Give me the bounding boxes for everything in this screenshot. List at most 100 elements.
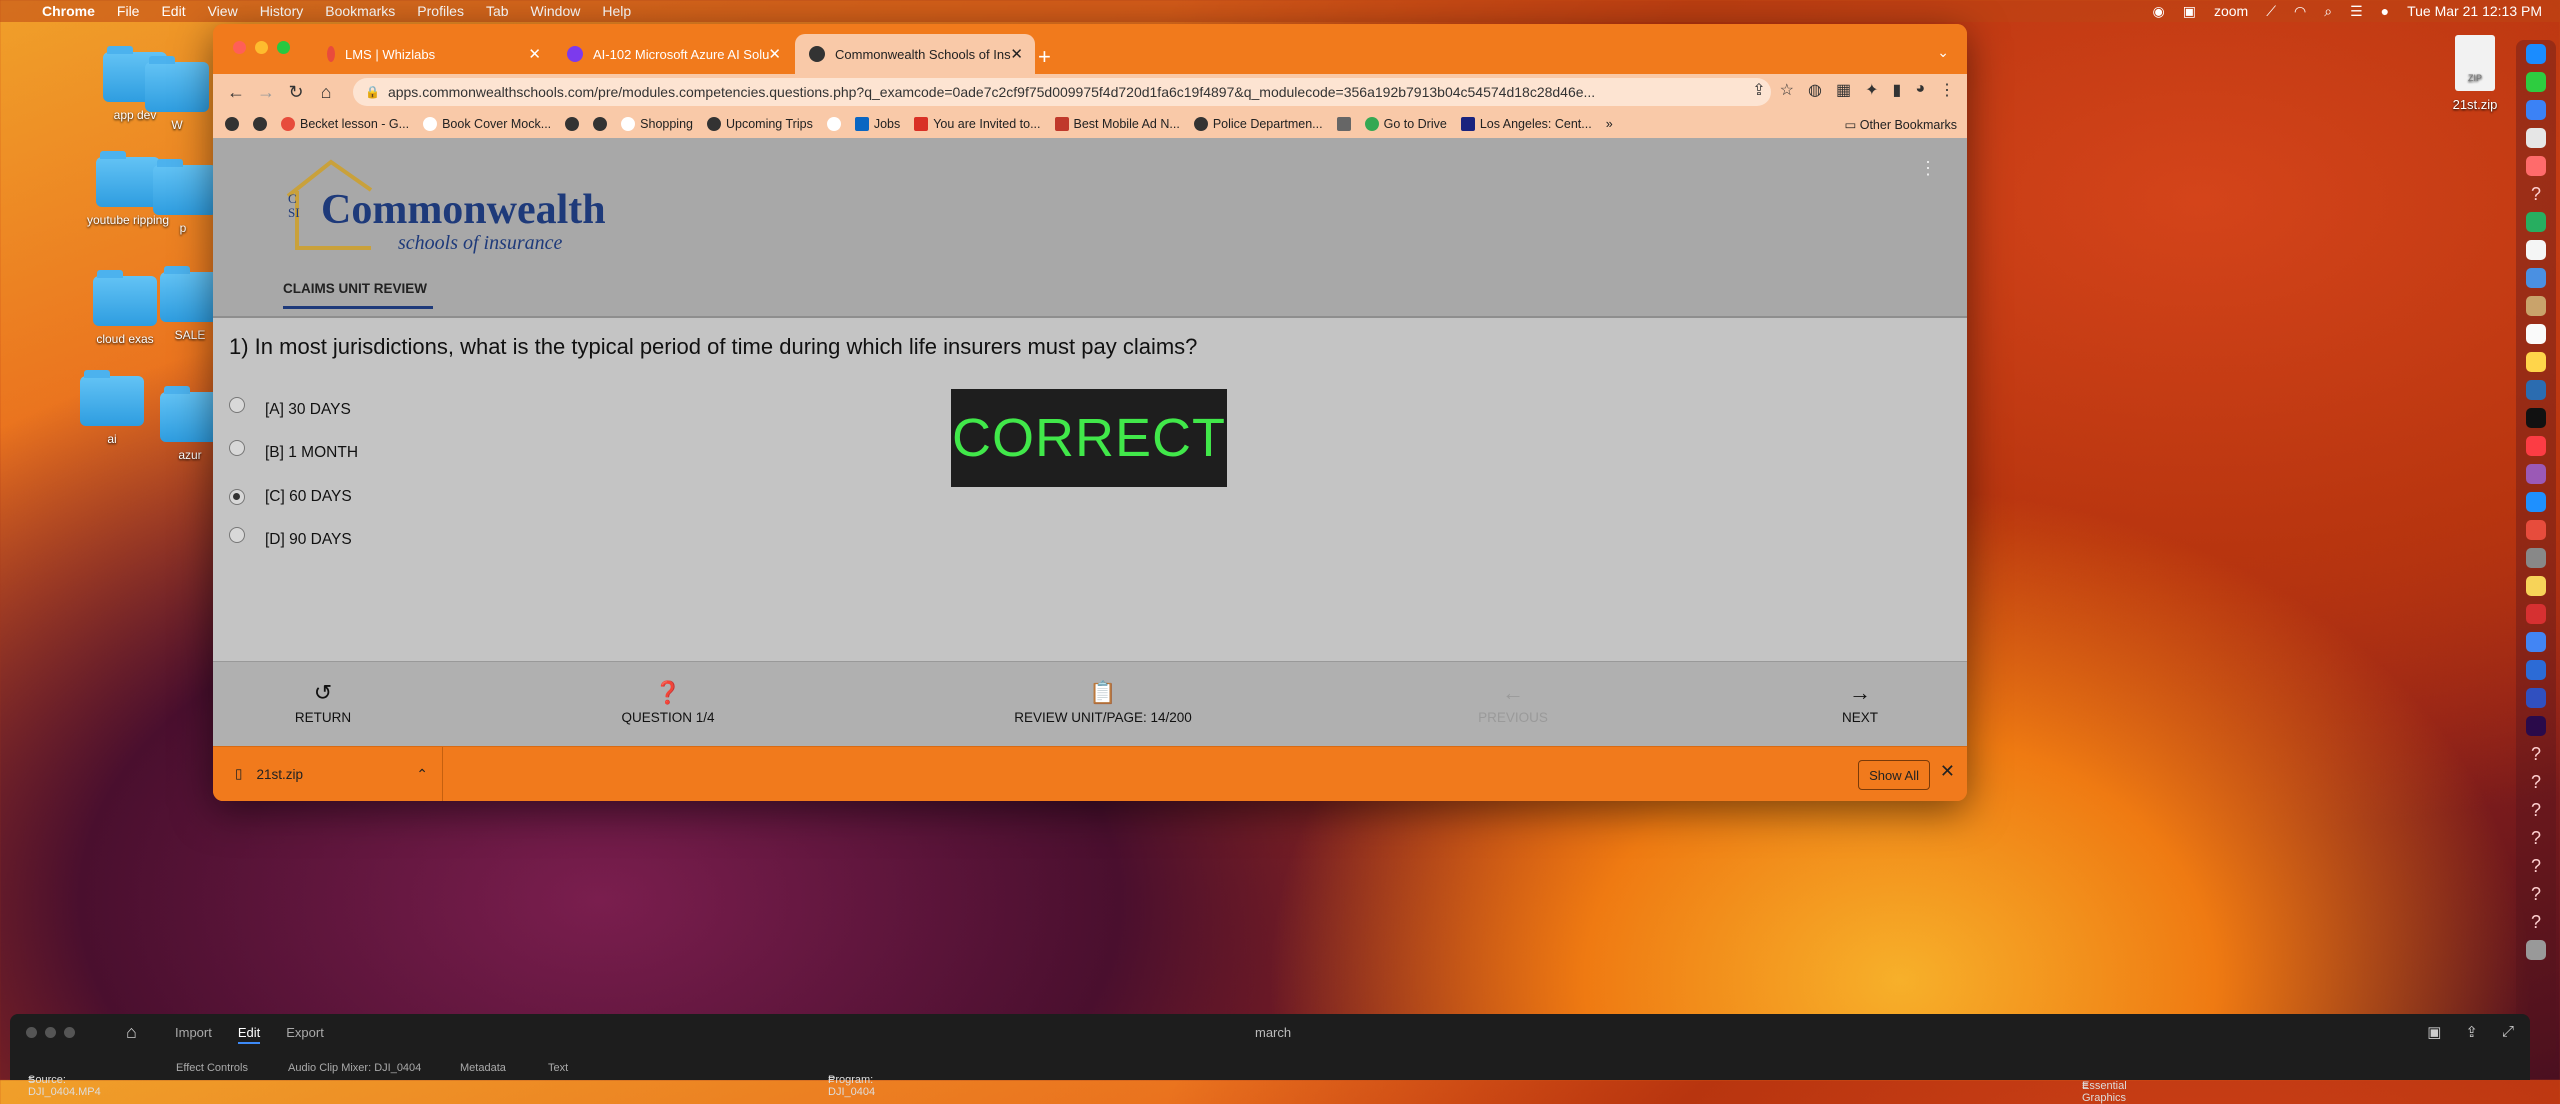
- bookmark-item[interactable]: [225, 117, 239, 131]
- tab-search-icon[interactable]: ⌄: [1937, 44, 1949, 61]
- review-unit-button[interactable]: 📋 REVIEW UNIT/PAGE: 14/200: [1003, 680, 1203, 725]
- back-icon[interactable]: ←: [221, 82, 251, 103]
- question-counter[interactable]: ❓ QUESTION 1/4: [613, 680, 723, 725]
- app-icon[interactable]: [2526, 156, 2546, 176]
- menu-help[interactable]: Help: [602, 3, 631, 19]
- desktop-folder[interactable]: SALE: [160, 266, 224, 342]
- minimize-window-button[interactable]: [255, 41, 268, 54]
- tab-audio-clip-mixer[interactable]: Audio Clip Mixer: DJI_0404: [288, 1062, 421, 1074]
- other-bookmarks[interactable]: ▭ Other Bookmarks: [1844, 117, 1957, 132]
- siri-icon[interactable]: ●: [2381, 3, 2389, 19]
- music-icon[interactable]: [2526, 436, 2546, 456]
- address-bar[interactable]: 🔒 apps.commonwealthschools.com/pre/modul…: [353, 78, 1771, 106]
- zoom-window-button[interactable]: [277, 41, 290, 54]
- close-tab-icon[interactable]: ✕: [768, 45, 781, 63]
- tab-text[interactable]: Text: [548, 1062, 568, 1074]
- app-icon[interactable]: [2526, 100, 2546, 120]
- trash-icon[interactable]: [2526, 940, 2546, 960]
- close-window-button[interactable]: [26, 1026, 37, 1038]
- bookmark-item[interactable]: [565, 117, 580, 131]
- chrome-icon[interactable]: [2526, 632, 2546, 652]
- extension-icon[interactable]: ◍: [1808, 80, 1822, 100]
- radio-button[interactable]: [229, 397, 245, 413]
- bookmark-item[interactable]: [826, 117, 841, 131]
- calendar-icon[interactable]: [2526, 240, 2546, 260]
- show-all-button[interactable]: Show All: [1858, 760, 1930, 790]
- menu-bookmarks[interactable]: Bookmarks: [325, 3, 395, 19]
- radio-button-selected[interactable]: [229, 489, 245, 505]
- unknown-app-icon[interactable]: ?: [2516, 800, 2556, 820]
- status-icon[interactable]: ◉: [2153, 3, 2165, 20]
- tab-claims-unit-review[interactable]: CLAIMS UNIT REVIEW: [283, 281, 433, 309]
- wifi-icon[interactable]: ◠: [2294, 3, 2306, 20]
- notes-icon[interactable]: [2526, 352, 2546, 372]
- answer-option-b[interactable]: [B] 1 MONTH: [229, 440, 358, 462]
- bookmark-item[interactable]: Los Angeles: Cent...: [1460, 117, 1592, 131]
- share-icon[interactable]: ⇪: [1752, 80, 1765, 100]
- reload-icon[interactable]: ↻: [281, 82, 311, 103]
- close-tab-icon[interactable]: ✕: [528, 45, 541, 63]
- return-button[interactable]: ↺ RETURN: [273, 680, 373, 725]
- status-icon[interactable]: ▣: [2183, 3, 2196, 20]
- menu-profiles[interactable]: Profiles: [417, 3, 464, 19]
- premiere-icon[interactable]: [2526, 716, 2546, 736]
- bookmarks-overflow-button[interactable]: »: [1606, 117, 1613, 131]
- bookmark-item[interactable]: Jobs: [854, 117, 900, 131]
- unknown-app-icon[interactable]: ?: [2516, 884, 2556, 904]
- bookmark-star-icon[interactable]: ☆: [1780, 80, 1794, 100]
- minimize-window-button[interactable]: [45, 1026, 56, 1038]
- download-item[interactable]: ▯ 21st.zip ⌃: [213, 746, 443, 801]
- radio-button[interactable]: [229, 527, 245, 543]
- next-button[interactable]: → NEXT: [1810, 680, 1910, 725]
- control-center-icon[interactable]: ☰: [2350, 3, 2363, 20]
- tab-azure-ai[interactable]: AI-102 Microsoft Azure AI Solu ✕: [553, 34, 793, 74]
- menu-window[interactable]: Window: [531, 3, 581, 19]
- menu-app-name[interactable]: Chrome: [42, 3, 95, 19]
- workspaces-icon[interactable]: ▣: [2427, 1023, 2441, 1041]
- menu-edit[interactable]: Edit: [161, 3, 185, 19]
- tab-import[interactable]: Import: [175, 1025, 212, 1044]
- bookmark-item[interactable]: Becket lesson - G...: [281, 117, 409, 131]
- app-icon[interactable]: [2526, 380, 2546, 400]
- tab-whizlabs[interactable]: LMS | Whizlabs ✕: [313, 34, 553, 74]
- facetime-icon[interactable]: [2526, 212, 2546, 232]
- bookmark-item[interactable]: Best Mobile Ad N...: [1054, 117, 1180, 131]
- zoom-icon[interactable]: [2526, 688, 2546, 708]
- menu-file[interactable]: File: [117, 3, 140, 19]
- finder-icon[interactable]: [2526, 44, 2546, 64]
- bookmark-item[interactable]: Police Departmen...: [1193, 117, 1323, 131]
- app-icon[interactable]: [2526, 296, 2546, 316]
- close-icon[interactable]: ✕: [1940, 761, 1955, 782]
- bookmark-item[interactable]: Upcoming Trips: [706, 117, 813, 131]
- home-icon[interactable]: ⌂: [126, 1022, 137, 1043]
- new-tab-button[interactable]: +: [1038, 44, 1051, 70]
- app-icon[interactable]: [2526, 520, 2546, 540]
- bookmark-item[interactable]: Book Cover Mock...: [423, 117, 551, 131]
- app-icon[interactable]: [2526, 576, 2546, 596]
- bookmark-item[interactable]: You are Invited to...: [914, 117, 1041, 131]
- acrobat-icon[interactable]: [2526, 604, 2546, 624]
- desktop-zip-file[interactable]: ZIP 21st.zip: [2425, 35, 2525, 112]
- unknown-app-icon[interactable]: ?: [2516, 744, 2556, 764]
- reminders-icon[interactable]: [2526, 324, 2546, 344]
- tab-commonwealth[interactable]: Commonwealth Schools of Ins ✕: [795, 34, 1035, 74]
- search-icon[interactable]: ⌕: [2324, 3, 2332, 20]
- tab-metadata[interactable]: Metadata: [460, 1062, 506, 1074]
- app-icon[interactable]: [2526, 660, 2546, 680]
- settings-icon[interactable]: [2526, 548, 2546, 568]
- bookmark-item[interactable]: [253, 117, 267, 131]
- answer-option-d[interactable]: [D] 90 DAYS: [229, 527, 352, 549]
- unknown-app-icon[interactable]: ?: [2516, 772, 2556, 792]
- menu-view[interactable]: View: [208, 3, 238, 19]
- close-tab-icon[interactable]: ✕: [1010, 45, 1023, 63]
- desktop-folder[interactable]: p: [153, 159, 217, 235]
- bookmark-item[interactable]: Go to Drive: [1364, 117, 1447, 131]
- unknown-app-icon[interactable]: ?: [2516, 828, 2556, 848]
- desktop-folder[interactable]: azur: [160, 386, 224, 462]
- menu-tab[interactable]: Tab: [486, 3, 509, 19]
- tab-export[interactable]: Export: [286, 1025, 324, 1044]
- side-panel-icon[interactable]: ▮: [1893, 80, 1902, 100]
- commonwealth-logo[interactable]: CSI Commonwealth schools of insurance: [283, 158, 613, 254]
- previous-button[interactable]: ← PREVIOUS: [1463, 680, 1563, 725]
- zoom-window-button[interactable]: [64, 1026, 75, 1038]
